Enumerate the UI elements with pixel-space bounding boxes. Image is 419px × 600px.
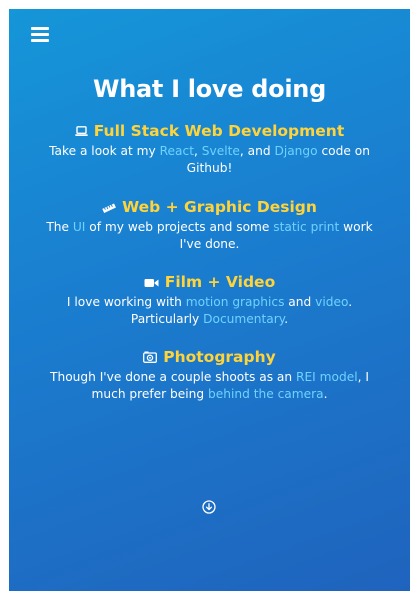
section-photography: Photography Though I've done a couple sh…	[35, 347, 384, 403]
section-heading: Photography	[35, 347, 384, 368]
hero-panel: What I love doing Full Stack Web Develop…	[9, 9, 410, 591]
react-link[interactable]: React	[160, 144, 194, 158]
hamburger-menu-icon[interactable]	[31, 26, 49, 42]
section-heading: Film + Video	[35, 272, 384, 293]
rei-model-link[interactable]: REI model	[296, 370, 358, 384]
section-description: Take a look at my React, Svelte, and Dja…	[49, 144, 370, 175]
section-web-development: Full Stack Web Development Take a look a…	[35, 121, 384, 177]
django-link[interactable]: Django	[274, 144, 317, 158]
video-link[interactable]: video	[315, 295, 348, 309]
section-graphic-design: Web + Graphic Design The UI of my web pr…	[35, 197, 384, 253]
section-description: The UI of my web projects and some stati…	[46, 220, 373, 251]
section-heading: Full Stack Web Development	[35, 121, 384, 142]
page-title: What I love doing	[93, 75, 326, 103]
ruler-icon	[102, 198, 117, 218]
behind-the-camera-link[interactable]: behind the camera	[208, 387, 324, 401]
camera-icon	[143, 348, 158, 368]
documentary-link[interactable]: Documentary	[203, 312, 284, 326]
motion-graphics-link[interactable]: motion graphics	[186, 295, 285, 309]
video-camera-icon	[144, 273, 159, 293]
arrow-down-circle-icon[interactable]	[202, 499, 216, 514]
section-description: Though I've done a couple shoots as an R…	[50, 370, 369, 401]
static-print-link[interactable]: static print	[273, 220, 339, 234]
section-description: I love working with motion graphics and …	[66, 295, 353, 326]
svelte-link[interactable]: Svelte	[202, 144, 240, 158]
ui-link[interactable]: UI	[73, 220, 86, 234]
section-film-video: Film + Video I love working with motion …	[35, 272, 384, 328]
laptop-icon	[75, 122, 88, 142]
section-heading: Web + Graphic Design	[35, 197, 384, 218]
